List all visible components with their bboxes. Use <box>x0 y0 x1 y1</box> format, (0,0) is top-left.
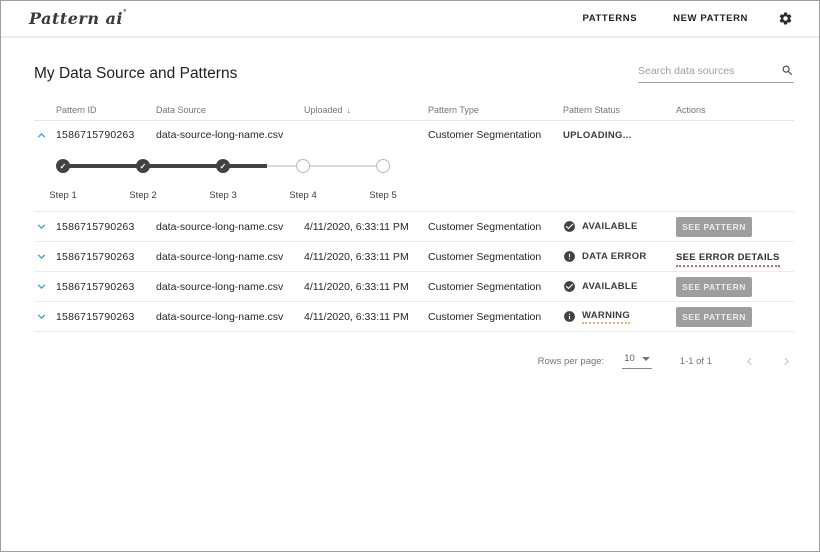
search-icon[interactable] <box>781 64 794 77</box>
step-label: Step 4 <box>275 190 331 201</box>
search-box <box>638 64 794 83</box>
collapse-chevron-up-icon[interactable] <box>34 128 56 143</box>
data-source-cell: data-source-long-name.csv <box>156 221 304 233</box>
uploaded-cell: 4/11/2020, 6:33:11 PM <box>304 311 428 323</box>
col-pattern-id: Pattern ID <box>56 105 156 115</box>
data-source-cell: data-source-long-name.csv <box>156 129 304 141</box>
data-source-cell: data-source-long-name.csv <box>156 281 304 293</box>
error-circle-icon <box>563 250 576 263</box>
table-row-expanded: 1586715790263 data-source-long-name.csv … <box>34 121 794 212</box>
pattern-id-cell: 1586715790263 <box>56 221 156 233</box>
status-data-error: DATA ERROR <box>563 250 676 263</box>
app-window: Pattern ai° PATTERNS NEW PATTERN My Data… <box>0 0 820 552</box>
pattern-id-cell: 1586715790263 <box>56 311 156 323</box>
expand-chevron-down-icon[interactable] <box>34 279 56 294</box>
pattern-type-cell: Customer Segmentation <box>428 281 563 293</box>
check-circle-icon <box>563 280 576 293</box>
search-input[interactable] <box>638 65 768 77</box>
table-row: 1586715790263 data-source-long-name.csv … <box>34 121 794 149</box>
logo-trademark: ° <box>123 8 127 17</box>
uploaded-cell: 4/11/2020, 6:33:11 PM <box>304 221 428 233</box>
status-available: AVAILABLE <box>563 220 676 233</box>
pagination-range-label: 1-1 of 1 <box>680 356 712 367</box>
step-label: Step 2 <box>115 190 171 201</box>
nav-new-pattern[interactable]: NEW PATTERN <box>673 13 748 24</box>
step-done-icon: ✓ <box>136 159 150 173</box>
rows-per-page-label: Rows per page: <box>538 356 605 367</box>
actions-cell: SEE PATTERN <box>676 277 794 297</box>
status-available: AVAILABLE <box>563 280 676 293</box>
pattern-id-cell: 1586715790263 <box>56 251 156 263</box>
upload-stepper: ✓ ✓ ✓ Step 1 Step 2 Step 3 Step 4 Step 5 <box>56 159 401 205</box>
step-label: Step 3 <box>195 190 251 201</box>
check-circle-icon <box>563 220 576 233</box>
next-page-chevron-icon[interactable] <box>779 354 794 369</box>
table-header-row: Pattern ID Data Source Uploaded↓ Pattern… <box>34 99 794 121</box>
table-row: 1586715790263 data-source-long-name.csv … <box>34 242 794 272</box>
actions-cell: SEE PATTERN <box>676 307 794 327</box>
pattern-type-cell: Customer Segmentation <box>428 221 563 233</box>
uploaded-cell: 4/11/2020, 6:33:11 PM <box>304 251 428 263</box>
pattern-id-cell: 1586715790263 <box>56 281 156 293</box>
dropdown-caret-icon <box>642 357 650 361</box>
see-error-details-link[interactable]: SEE ERROR DETAILS <box>676 252 780 267</box>
pagination-controls <box>742 354 794 369</box>
stepper-segment-done <box>143 164 223 168</box>
expand-chevron-down-icon[interactable] <box>34 219 56 234</box>
see-pattern-button[interactable]: SEE PATTERN <box>676 307 752 327</box>
col-data-source: Data Source <box>156 105 304 115</box>
expand-chevron-down-icon[interactable] <box>34 249 56 264</box>
col-actions: Actions <box>676 105 794 115</box>
actions-cell: SEE ERROR DETAILS <box>676 251 794 263</box>
previous-page-chevron-icon[interactable] <box>742 354 757 369</box>
title-row: My Data Source and Patterns <box>34 64 794 83</box>
table-row: 1586715790263 data-source-long-name.csv … <box>34 302 794 332</box>
top-bar: Pattern ai° PATTERNS NEW PATTERN <box>1 1 819 38</box>
uploaded-cell: 4/11/2020, 6:33:11 PM <box>304 281 428 293</box>
nav-patterns[interactable]: PATTERNS <box>583 13 638 24</box>
step-todo-icon <box>296 159 310 173</box>
pattern-type-cell: Customer Segmentation <box>428 251 563 263</box>
col-pattern-type: Pattern Type <box>428 105 563 115</box>
data-source-cell: data-source-long-name.csv <box>156 311 304 323</box>
top-nav: PATTERNS NEW PATTERN <box>547 11 793 26</box>
status-warning: WARNING <box>563 310 676 324</box>
data-source-cell: data-source-long-name.csv <box>156 251 304 263</box>
pattern-ai-logo: Pattern ai° <box>29 9 127 28</box>
step-label: Step 5 <box>355 190 411 201</box>
upload-progress-area: ✓ ✓ ✓ Step 1 Step 2 Step 3 Step 4 Step 5 <box>34 149 794 211</box>
rows-per-page-select[interactable]: 10 <box>622 353 652 369</box>
expand-chevron-down-icon[interactable] <box>34 309 56 324</box>
pattern-type-cell: Customer Segmentation <box>428 129 563 141</box>
logo-text: Pattern ai <box>29 9 123 28</box>
table-row: 1586715790263 data-source-long-name.csv … <box>34 212 794 242</box>
table-row: 1586715790263 data-source-long-name.csv … <box>34 272 794 302</box>
step-todo-icon <box>376 159 390 173</box>
step-label: Step 1 <box>35 190 91 201</box>
step-done-icon: ✓ <box>216 159 230 173</box>
pattern-id-cell: 1586715790263 <box>56 129 156 141</box>
sort-desc-icon[interactable]: ↓ <box>347 105 352 115</box>
info-circle-icon <box>563 310 576 323</box>
pattern-type-cell: Customer Segmentation <box>428 311 563 323</box>
col-pattern-status: Pattern Status <box>563 105 676 115</box>
col-uploaded[interactable]: Uploaded↓ <box>304 105 428 115</box>
stepper-segment-todo <box>303 165 383 167</box>
status-uploading: UPLOADING... <box>563 130 676 141</box>
settings-gear-icon[interactable] <box>778 11 793 26</box>
see-pattern-button[interactable]: SEE PATTERN <box>676 217 752 237</box>
rows-per-page-value: 10 <box>624 353 635 364</box>
actions-cell: SEE PATTERN <box>676 217 794 237</box>
table-footer: Rows per page: 10 1-1 of 1 <box>34 346 794 376</box>
step-done-icon: ✓ <box>56 159 70 173</box>
see-pattern-button[interactable]: SEE PATTERN <box>676 277 752 297</box>
page-title: My Data Source and Patterns <box>34 65 237 83</box>
stepper-segment-done <box>63 164 143 168</box>
